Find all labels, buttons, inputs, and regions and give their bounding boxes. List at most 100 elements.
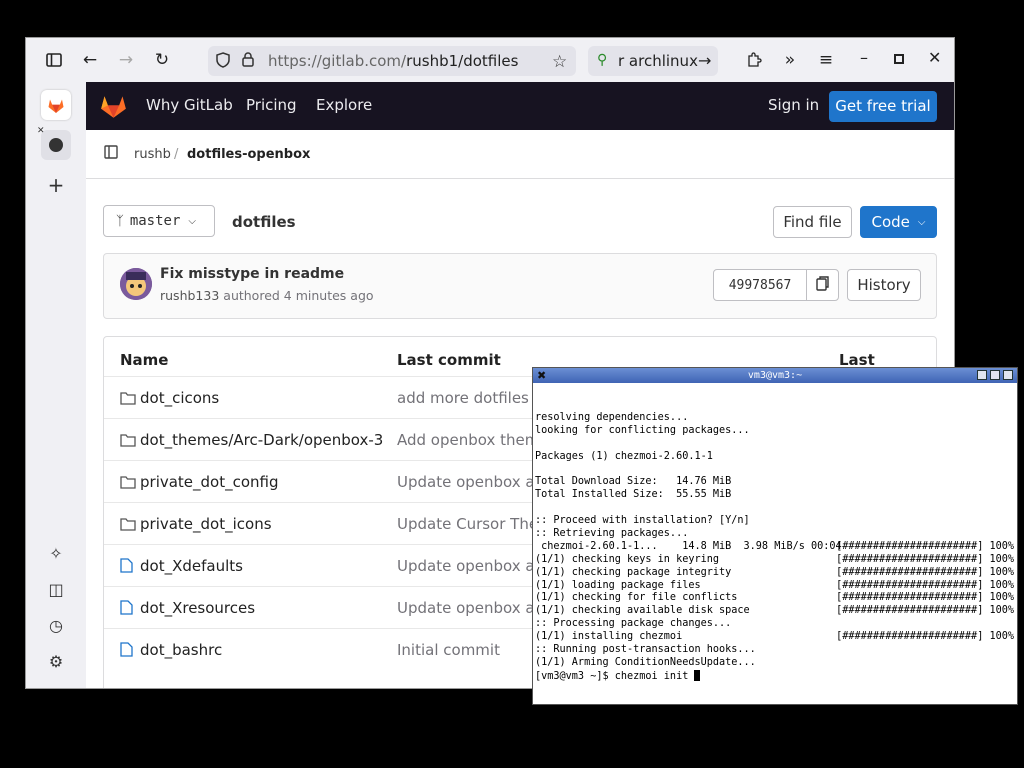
folder-icon [120,474,136,490]
terminal-line-text: (1/1) installing chezmoi [535,631,683,643]
terminal-line: (1/1) installing chezmoi [###############… [535,631,1017,644]
breadcrumb: rushb / dotfiles-openbox [86,130,954,179]
breadcrumb-separator: / [174,147,179,162]
history-button[interactable]: History [847,269,921,301]
settings-gear-icon[interactable]: ⚙ [41,646,71,676]
file-last-commit[interactable]: add more dotfiles [397,389,529,407]
active-tab-icon[interactable] [41,130,71,160]
free-trial-button[interactable]: Get free trial [829,91,937,122]
terminal-line-text: (1/1) checking keys in keyring [535,553,720,565]
terminal-line: :: Retrieving packages... [535,528,1017,541]
branch-selector[interactable]: ᛉ master ⌵ [103,205,215,237]
synced-tabs-icon[interactable]: ◫ [41,574,71,604]
terminal-line: Total Installed Size: 55.55 MiB [535,489,1017,502]
extensions-icon[interactable] [742,48,766,72]
terminal-line-text: :: Retrieving packages... [535,528,689,540]
bookmark-star-icon[interactable]: ☆ [552,52,567,72]
terminal-line-text: (1/1) checking available disk space [535,605,750,617]
terminal-line: (1/1) checking for file conflicts [######… [535,592,1017,605]
terminal-line-text: :: Proceed with installation? [Y/n] [535,515,750,527]
terminal-line-text: (1/1) Arming ConditionNeedsUpdate... [535,656,756,668]
ai-sparkle-icon[interactable]: ✧ [41,538,71,568]
file-name[interactable]: dot_cicons [140,389,219,407]
progress-bar-text: [######################] 100% [836,553,1014,565]
minimize-icon[interactable]: – [860,48,868,67]
file-name[interactable]: dot_Xdefaults [140,557,243,575]
lock-icon[interactable] [242,52,254,71]
terminal-line: (1/1) checking keys in keyring [#########… [535,554,1017,567]
close-window-icon[interactable]: ✕ [928,48,941,67]
forward-icon[interactable]: → [114,48,138,72]
browser-sidebar: ✕ + ✧ ◫ ◷ ⚙ [26,82,86,688]
nav-explore[interactable]: Explore [316,96,372,114]
repo-path[interactable]: dotfiles [232,213,296,231]
file-name[interactable]: dot_Xresources [140,599,255,617]
search-suggestion-pill[interactable]: ⚲ r archlinux → [588,46,718,76]
menu-icon[interactable]: ≡ [814,48,838,72]
file-name[interactable]: dot_bashrc [140,641,222,659]
commit-meta: rushb133 authored 4 minutes ago [160,288,374,303]
terminal-maximize-icon[interactable] [990,370,1000,380]
file-icon [120,642,136,658]
col-header-name: Name [120,351,169,369]
commit-title[interactable]: Fix misstype in readme [160,266,344,282]
sidebar-toggle-icon[interactable] [42,48,66,72]
gitlab-logo-icon[interactable] [100,94,127,123]
terminal-window: ✖ vm3@vm3:~ resolving dependencies... loo… [532,367,1018,705]
breadcrumb-owner[interactable]: rushb [134,147,171,162]
history-clock-icon[interactable]: ◷ [41,610,71,640]
terminal-line: Packages (1) chezmoi-2.60.1-1 [535,451,1017,464]
terminal-line: :: Proceed with installation? [Y/n] [535,515,1017,528]
commit-sha[interactable]: 49978567 [713,269,807,301]
avatar[interactable] [120,268,152,300]
file-name[interactable]: dot_themes/Arc-Dark/openbox-3 [140,431,383,449]
file-name[interactable]: private_dot_icons [140,515,272,533]
commit-author[interactable]: rushb133 [160,288,219,303]
file-last-commit[interactable]: Initial commit [397,641,500,659]
chevron-down-icon: ⌵ [188,215,196,227]
terminal-line-text: (1/1) loading package files [535,579,701,591]
url-text[interactable]: https://gitlab.com/rushb1/dotfiles [268,52,518,70]
reload-icon[interactable]: ↻ [150,48,174,72]
search-engine-icon: ⚲ [597,52,608,68]
terminal-minimize-icon[interactable] [977,370,987,380]
breadcrumb-project[interactable]: dotfiles-openbox [187,147,310,162]
close-tab-icon[interactable]: ✕ [37,126,45,136]
terminal-line-text: chezmoi-2.60.1-1... 14.8 MiB 3.98 MiB/s … [535,540,842,552]
progress-bar-text: [######################] 100% [836,631,1014,643]
terminal-title: vm3@vm3:~ [747,370,803,381]
copy-sha-button[interactable] [806,269,839,301]
gitlab-tab-icon[interactable] [41,90,71,120]
new-tab-icon[interactable]: + [41,170,71,200]
terminal-titlebar: ✖ vm3@vm3:~ [533,368,1017,383]
back-icon[interactable]: ← [78,48,102,72]
url-bar[interactable]: https://gitlab.com/rushb1/dotfiles ☆ [208,46,576,76]
find-file-button[interactable]: Find file [773,206,852,238]
terminal-line: chezmoi-2.60.1-1... 14.8 MiB 3.98 MiB/s … [535,541,1017,554]
terminal-cursor [694,669,701,681]
terminal-prompt-line[interactable]: [vm3@vm3 ~]$ chezmoi init [535,669,1017,683]
maximize-icon[interactable] [894,49,904,68]
shield-icon[interactable] [216,52,230,72]
sign-in-link[interactable]: Sign in [768,96,819,114]
folder-icon [120,390,136,406]
overflow-chevrons-icon[interactable]: » [778,48,802,72]
code-dropdown-button[interactable]: Code ⌵ [860,206,937,238]
terminal-line: Total Download Size: 14.76 MiB [535,476,1017,489]
nav-pricing[interactable]: Pricing [246,96,297,114]
file-last-commit[interactable]: Add openbox theme [397,431,549,449]
url-path: rushb1/dotfiles [406,52,519,70]
terminal-close-icon[interactable] [1003,370,1013,380]
terminal-line-text: :: Running post-transaction hooks... [535,644,756,656]
terminal-output[interactable]: resolving dependencies... looking for con… [535,412,1017,683]
go-arrow-icon[interactable]: → [698,51,711,70]
nav-why-gitlab[interactable]: Why GitLab [146,96,233,114]
sidebar-panel-icon[interactable] [104,145,118,163]
terminal-line: (1/1) loading package files [############… [535,580,1017,593]
search-suggestion-text: r archlinux [618,52,698,70]
file-icon [120,600,136,616]
terminal-line: :: Running post-transaction hooks... [535,644,1017,657]
file-name[interactable]: private_dot_config [140,473,279,491]
